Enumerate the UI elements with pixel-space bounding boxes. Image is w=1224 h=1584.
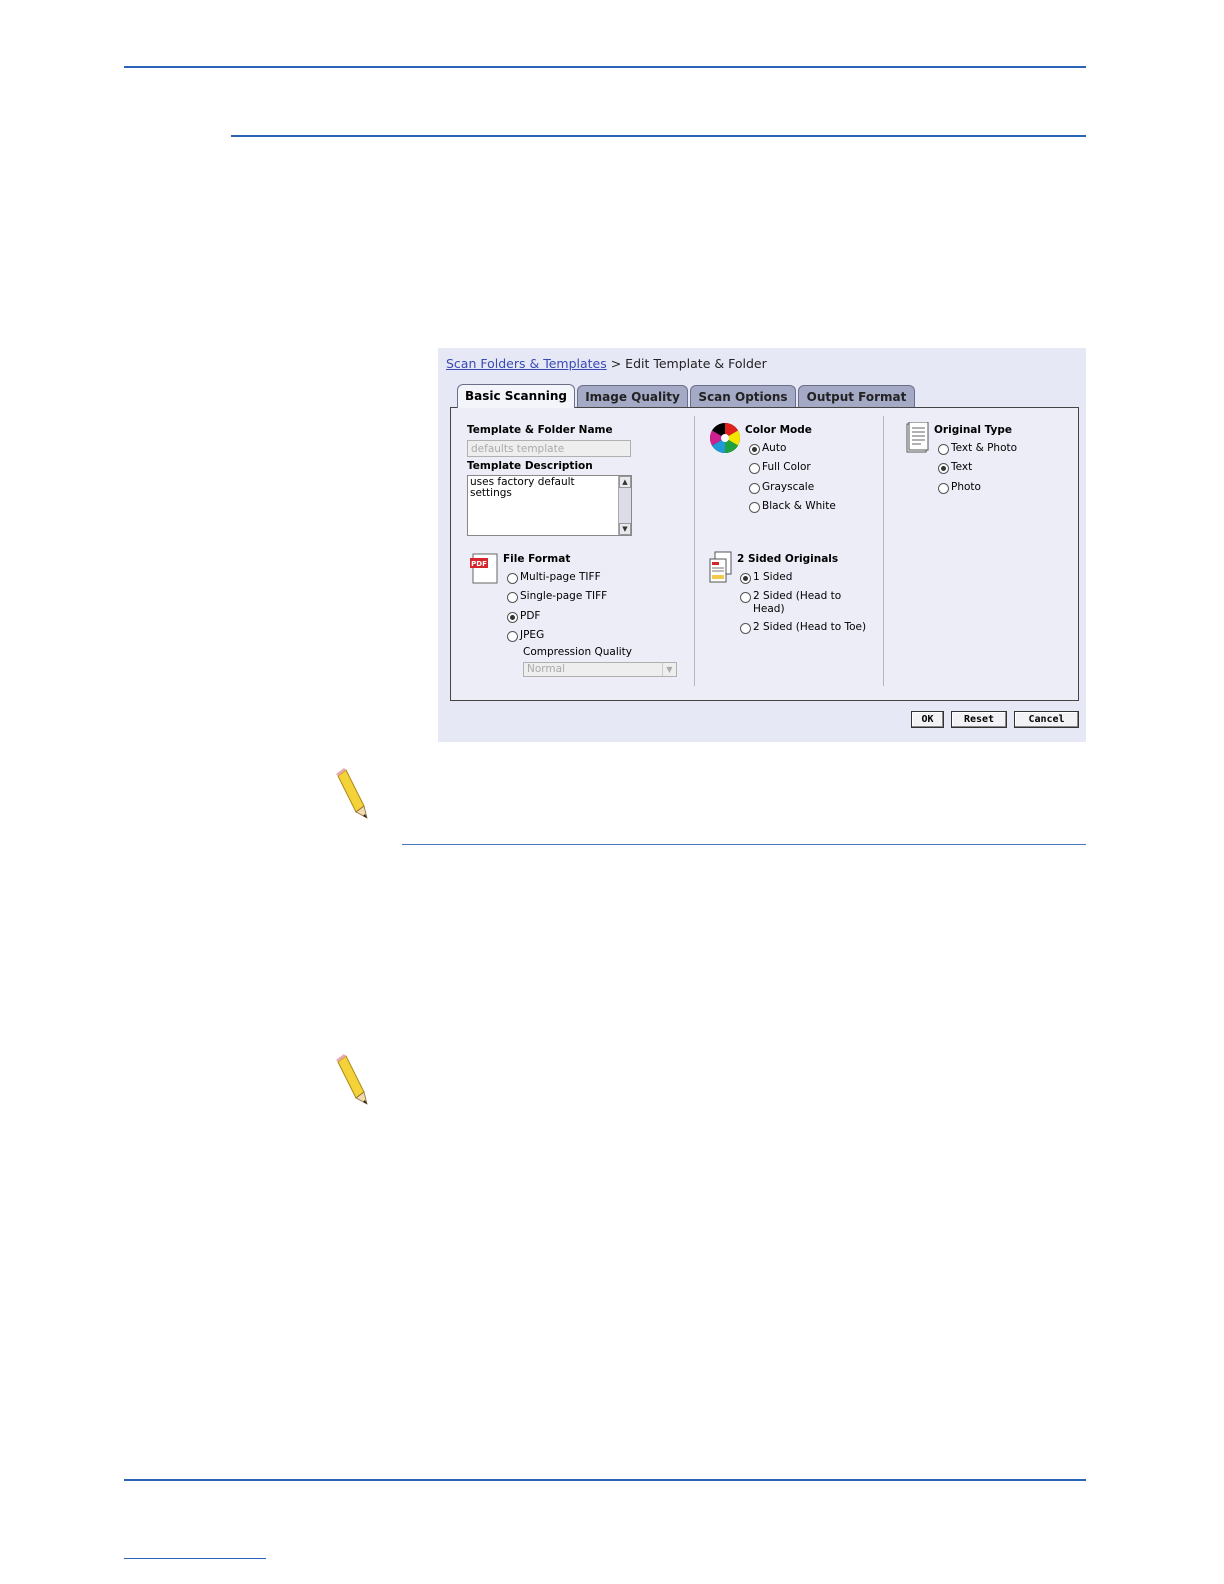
color-mode-auto[interactable]: Auto bbox=[749, 442, 786, 455]
tab-scan-options[interactable]: Scan Options bbox=[690, 385, 796, 407]
radio-icon[interactable] bbox=[749, 502, 760, 513]
radio-icon[interactable] bbox=[507, 592, 518, 603]
two-sided-head-to-head[interactable]: 2 Sided (Head to Head) bbox=[737, 590, 855, 616]
breadcrumb-link[interactable]: Scan Folders & Templates bbox=[446, 356, 607, 371]
ok-button[interactable]: OK bbox=[911, 711, 944, 728]
template-name-input[interactable] bbox=[467, 440, 631, 457]
tab-image-quality[interactable]: Image Quality bbox=[577, 385, 688, 407]
breadcrumb-separator: > bbox=[606, 356, 626, 371]
color-mode-full-color[interactable]: Full Color bbox=[749, 461, 811, 474]
section-rule bbox=[231, 135, 1086, 137]
file-format-multipage-tiff[interactable]: Multi-page TIFF bbox=[507, 571, 601, 584]
document-icon bbox=[906, 422, 929, 453]
radio-icon[interactable] bbox=[740, 592, 751, 603]
footer-short-rule bbox=[124, 1558, 266, 1559]
column-divider-2 bbox=[883, 416, 884, 686]
radio-selected-icon[interactable] bbox=[938, 463, 949, 474]
tab-basic-scanning[interactable]: Basic Scanning bbox=[457, 384, 575, 408]
original-type-photo[interactable]: Photo bbox=[938, 481, 981, 494]
radio-icon[interactable] bbox=[507, 573, 518, 584]
scroll-down-icon[interactable]: ▼ bbox=[619, 523, 631, 535]
color-mode-black-white[interactable]: Black & White bbox=[749, 500, 836, 513]
basic-scanning-panel: Template & Folder Name Template Descript… bbox=[450, 407, 1079, 701]
radio-selected-icon[interactable] bbox=[740, 573, 751, 584]
radio-icon[interactable] bbox=[740, 623, 751, 634]
color-wheel-icon bbox=[709, 423, 741, 453]
column-divider-1 bbox=[694, 416, 695, 686]
two-sided-originals-icon bbox=[709, 551, 732, 583]
chevron-down-icon: ▼ bbox=[662, 663, 676, 676]
compression-quality-label: Compression Quality bbox=[523, 646, 632, 658]
radio-icon[interactable] bbox=[938, 444, 949, 455]
note-rule bbox=[402, 844, 1086, 845]
color-mode-label: Color Mode bbox=[745, 424, 812, 436]
radio-icon[interactable] bbox=[749, 463, 760, 474]
svg-text:PDF: PDF bbox=[471, 560, 487, 568]
pdf-file-icon: PDF bbox=[470, 553, 498, 584]
file-format-jpeg[interactable]: JPEG bbox=[507, 629, 544, 642]
radio-icon[interactable] bbox=[938, 483, 949, 494]
template-description-textarea[interactable]: uses factory default settings ▲ ▼ bbox=[467, 475, 632, 536]
radio-icon[interactable] bbox=[507, 631, 518, 642]
template-description-text: uses factory default settings bbox=[470, 476, 575, 499]
breadcrumb: Scan Folders & Templates > Edit Template… bbox=[446, 356, 767, 371]
radio-icon[interactable] bbox=[749, 483, 760, 494]
two-sided-1-sided[interactable]: 1 Sided bbox=[740, 571, 792, 584]
scroll-up-icon[interactable]: ▲ bbox=[619, 476, 631, 488]
template-name-label: Template & Folder Name bbox=[467, 424, 613, 436]
note-pencil-icon bbox=[336, 768, 368, 819]
file-format-singlepage-tiff[interactable]: Single-page TIFF bbox=[507, 590, 607, 603]
file-format-pdf[interactable]: PDF bbox=[507, 610, 540, 623]
edit-template-screenshot: Scan Folders & Templates > Edit Template… bbox=[438, 348, 1086, 742]
breadcrumb-current: Edit Template & Folder bbox=[625, 356, 767, 371]
two-sided-originals-label: 2 Sided Originals bbox=[737, 553, 839, 565]
compression-quality-select[interactable]: Normal ▼ bbox=[523, 662, 677, 677]
radio-selected-icon[interactable] bbox=[749, 444, 760, 455]
original-type-text[interactable]: Text bbox=[938, 461, 972, 474]
reset-button[interactable]: Reset bbox=[951, 711, 1007, 728]
footer-rule bbox=[124, 1479, 1086, 1481]
file-format-label: File Format bbox=[503, 553, 571, 565]
description-scrollbar[interactable]: ▲ ▼ bbox=[618, 476, 631, 535]
two-sided-head-to-toe[interactable]: 2 Sided (Head to Toe) bbox=[740, 621, 866, 634]
original-type-text-photo[interactable]: Text & Photo bbox=[938, 442, 1017, 455]
tab-output-format[interactable]: Output Format bbox=[798, 385, 915, 407]
note-pencil-icon-2 bbox=[336, 1054, 368, 1105]
color-mode-grayscale[interactable]: Grayscale bbox=[749, 481, 814, 494]
radio-selected-icon[interactable] bbox=[507, 612, 518, 623]
header-rule bbox=[124, 66, 1086, 68]
cancel-button[interactable]: Cancel bbox=[1014, 711, 1079, 728]
original-type-label: Original Type bbox=[934, 424, 1013, 436]
template-description-label: Template Description bbox=[467, 460, 593, 472]
